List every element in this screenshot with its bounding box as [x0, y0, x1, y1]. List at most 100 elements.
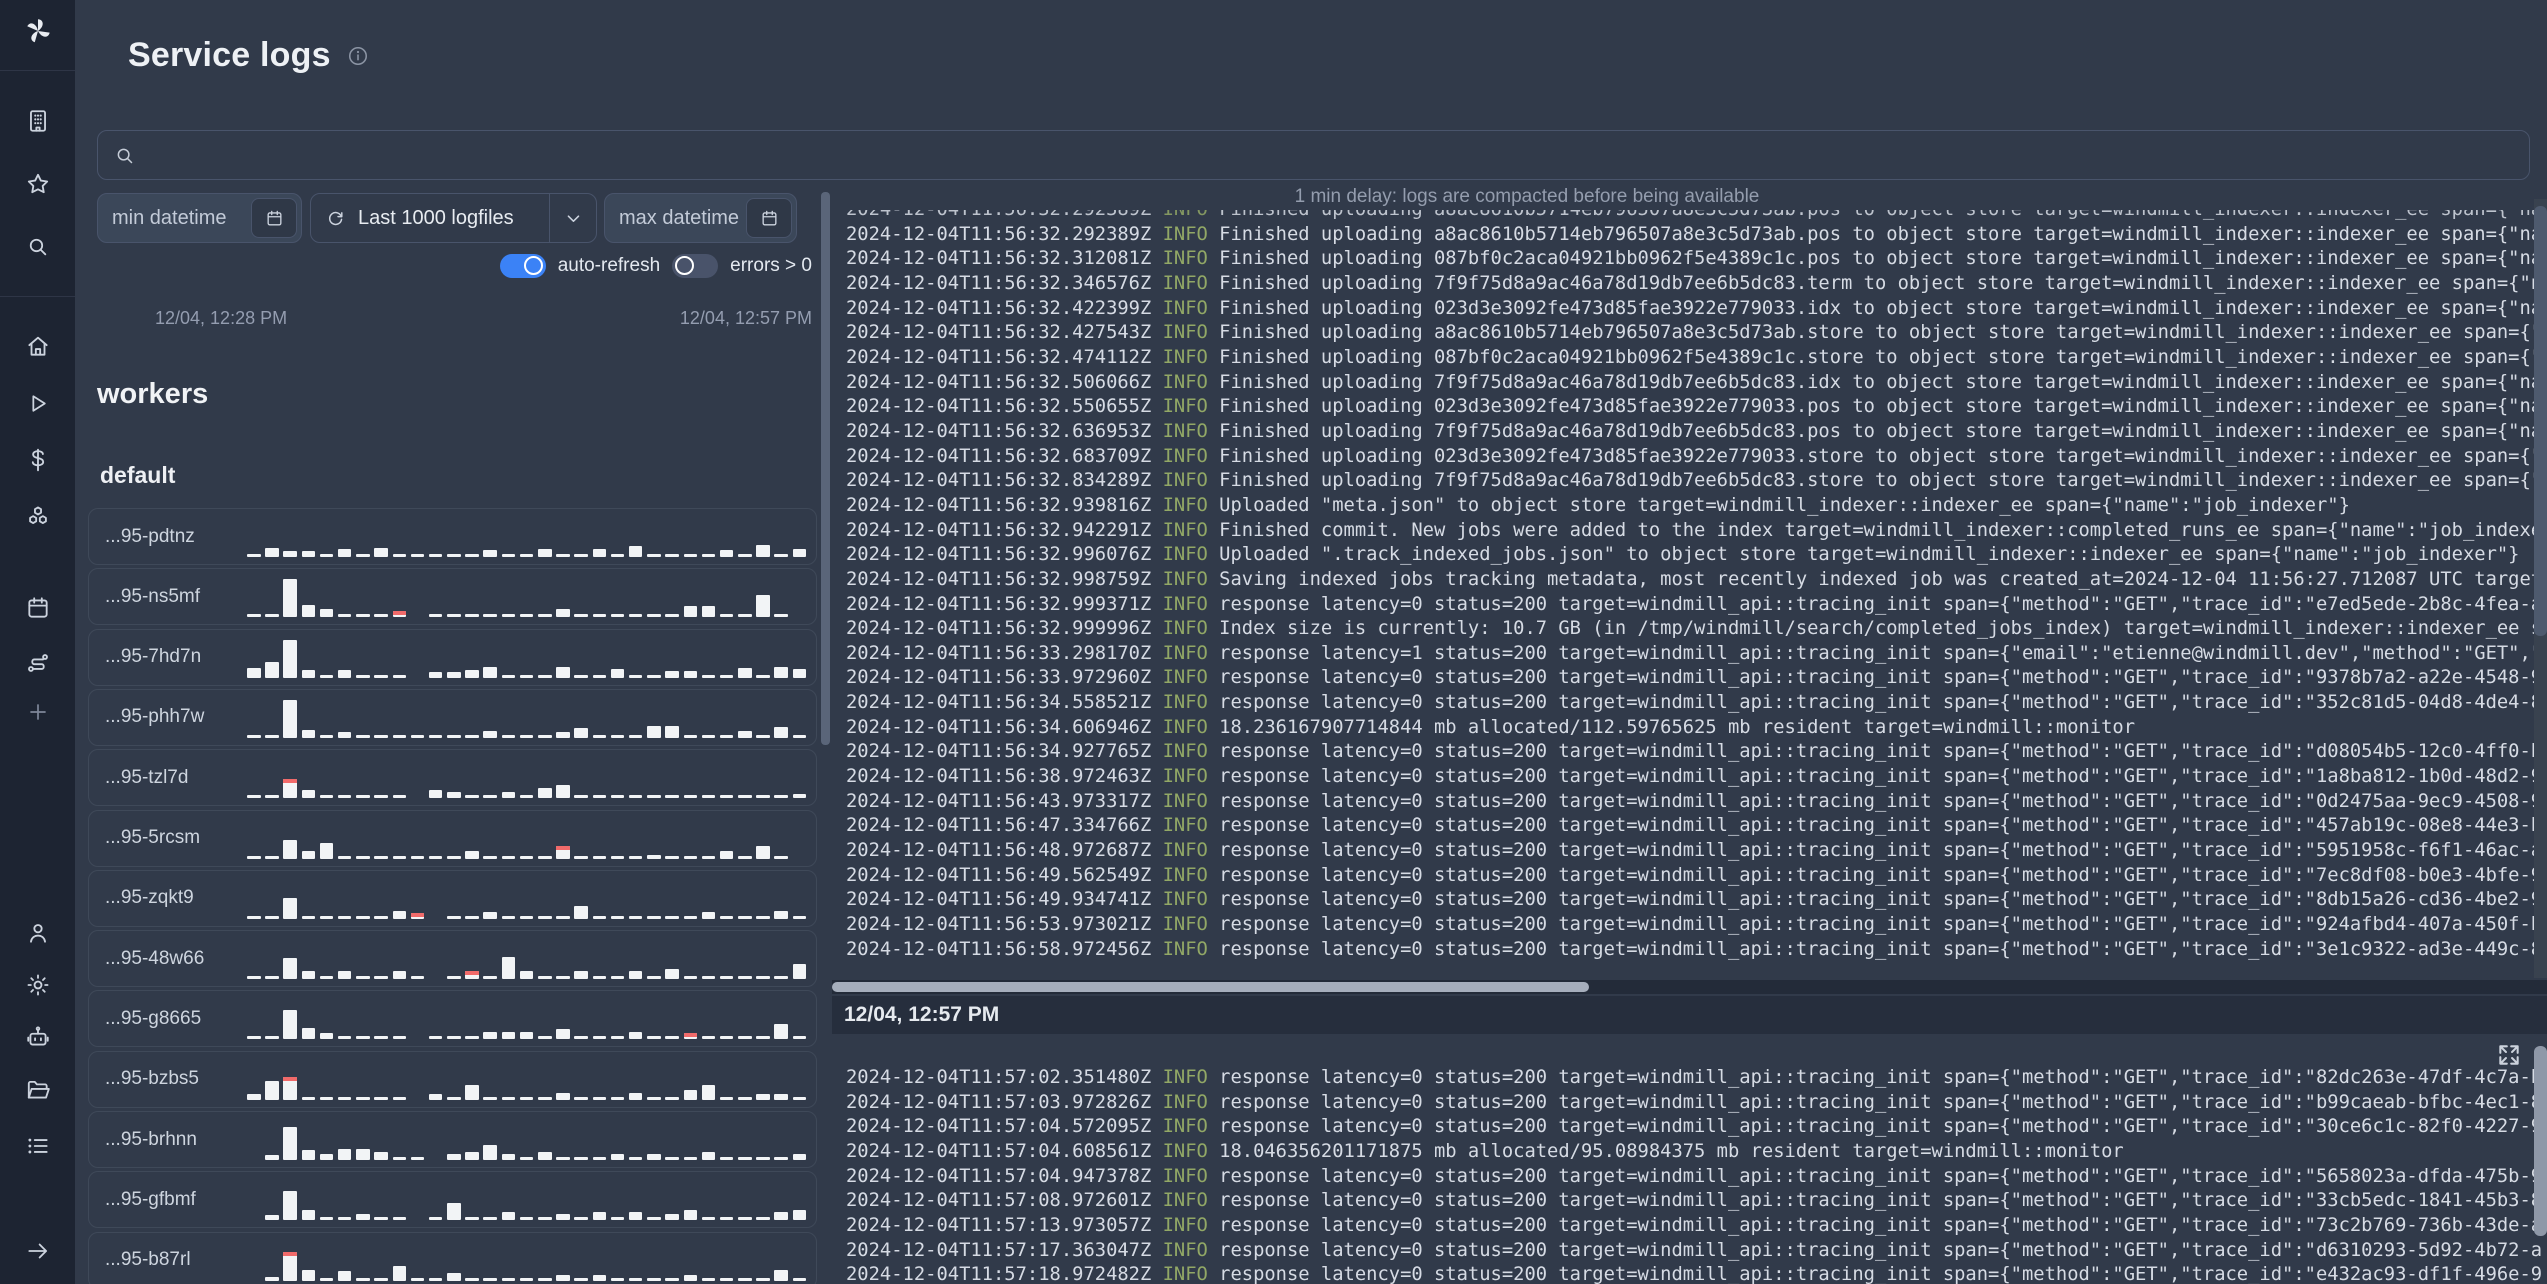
activity-bar [647, 795, 661, 799]
auto-refresh-toggle[interactable] [499, 254, 546, 278]
activity-bar [428, 554, 443, 557]
log-line: 2024-12-04T11:56:53.973021Z INFO respons… [846, 914, 2543, 936]
worker-row[interactable]: ...95-zqkt9 [88, 869, 817, 927]
worker-row[interactable]: ...95-b87rl [88, 1231, 817, 1284]
activity-bar [610, 915, 625, 919]
worker-row[interactable]: ...95-g8665 [88, 990, 817, 1048]
activity-bar [701, 1277, 716, 1281]
activity-bar [319, 1217, 334, 1221]
activity-bar [483, 1032, 497, 1040]
max-datetime-calendar-button[interactable] [746, 198, 792, 238]
worker-row[interactable]: ...95-48w66 [88, 930, 817, 988]
min-datetime-calendar-button[interactable] [251, 198, 297, 238]
activity-bar [756, 1036, 770, 1040]
log-line: 2024-12-04T11:57:18.972482Z INFO respons… [846, 1264, 2543, 1284]
schedules-calendar-icon[interactable] [0, 593, 75, 623]
activity-bar [265, 548, 279, 557]
error-bar-cap [283, 1076, 297, 1081]
worker-name: ...95-zqkt9 [105, 887, 194, 909]
chevron-down-icon[interactable] [550, 207, 596, 229]
home-icon[interactable] [0, 331, 75, 361]
runs-play-icon[interactable] [0, 388, 75, 418]
activity-bar [665, 614, 679, 618]
activity-bar [356, 795, 370, 799]
workspace-building-icon[interactable] [0, 106, 75, 136]
activity-bar [701, 554, 716, 557]
worker-row[interactable]: ...95-bzbs5 [88, 1050, 817, 1108]
worker-name: ...95-48w66 [105, 947, 205, 969]
activity-bar [265, 614, 279, 618]
worker-activity-sparkline [247, 1239, 807, 1281]
activity-bar [247, 915, 261, 919]
activity-bar [592, 976, 607, 980]
toggle-row: auto-refresh errors > 0 [400, 254, 812, 278]
activity-bar [483, 976, 497, 980]
workers-robot-icon[interactable] [0, 1022, 75, 1052]
activity-bar [665, 1277, 679, 1281]
activity-bar [283, 551, 297, 557]
activity-bar [647, 976, 661, 980]
activity-bar [501, 1154, 516, 1160]
activity-bar [501, 1032, 516, 1040]
folders-icon[interactable] [0, 1075, 75, 1105]
activity-bar [756, 915, 770, 919]
user-icon[interactable] [0, 918, 75, 948]
range-end: 12/04, 12:57 PM [679, 308, 812, 328]
settings-gear-icon[interactable] [0, 970, 75, 1000]
audit-list-icon[interactable] [0, 1131, 75, 1161]
activity-bar [410, 734, 425, 738]
activity-bar [501, 1096, 516, 1100]
activity-bar [719, 614, 734, 618]
activity-bar [665, 969, 679, 980]
activity-bar [519, 971, 534, 980]
worker-name: ...95-tzl7d [105, 766, 189, 788]
logfiles-dropdown-button[interactable]: Last 1000 logfiles [310, 193, 597, 243]
log-scrollbar-thumb[interactable] [2534, 206, 2547, 636]
worker-row[interactable]: ...95-ns5mf [88, 568, 817, 626]
worker-activity-sparkline [247, 515, 807, 557]
activity-bar [610, 855, 625, 859]
log-line: 2024-12-04T11:56:32.999371Z INFO respons… [846, 593, 2543, 615]
add-plus-icon[interactable] [0, 697, 75, 727]
activity-bar [610, 1096, 625, 1100]
search-input[interactable] [147, 142, 2529, 168]
activity-bar [392, 734, 406, 738]
activity-bar [792, 1036, 807, 1040]
sidebar-divider-mid [0, 296, 75, 297]
log-line: 2024-12-04T11:57:13.973057Z INFO respons… [846, 1214, 2543, 1236]
log-line: 2024-12-04T11:56:32.474112Z INFO Finishe… [846, 346, 2547, 368]
collapse-arrow-right-icon[interactable] [0, 1236, 75, 1266]
activity-bar [247, 667, 261, 678]
worker-row[interactable]: ...95-brhnn [88, 1111, 817, 1168]
min-datetime-field[interactable]: min datetime [97, 193, 302, 243]
max-datetime-field[interactable]: max datetime [604, 193, 797, 243]
info-icon[interactable] [347, 45, 369, 67]
activity-bar [592, 1212, 607, 1221]
horizontal-scrollbar-thumb[interactable] [832, 982, 1589, 992]
activity-bar [519, 1217, 534, 1221]
log-line: 2024-12-04T11:56:58.972456Z INFO respons… [846, 938, 2543, 960]
flows-route-icon[interactable] [0, 648, 75, 678]
worker-row[interactable]: ...95-tzl7d [88, 749, 817, 807]
worker-row[interactable]: ...95-7hd7n [88, 628, 817, 686]
activity-bar [301, 551, 316, 557]
variables-dollar-icon[interactable] [0, 445, 75, 475]
activity-bar [428, 614, 443, 618]
activity-bar [447, 554, 461, 557]
bottom-scrollbar-thumb[interactable] [2534, 1046, 2547, 1236]
activity-bar [501, 614, 516, 618]
worker-row[interactable]: ...95-gfbmf [88, 1171, 817, 1229]
resources-cubes-icon[interactable] [0, 502, 75, 532]
windmill-logo-icon[interactable] [0, 16, 75, 46]
worker-row[interactable]: ...95-5rcsm [88, 809, 817, 867]
sidebar-search-icon[interactable] [0, 231, 75, 261]
left-panel-scrollbar[interactable] [821, 192, 830, 745]
worker-row[interactable]: ...95-pdtnz [88, 508, 817, 565]
activity-bar [501, 554, 516, 557]
favorites-star-icon[interactable] [0, 169, 75, 199]
activity-bar [483, 795, 497, 799]
worker-row[interactable]: ...95-phh7w [88, 688, 817, 746]
errors-toggle[interactable] [672, 254, 719, 278]
activity-bar [683, 1033, 697, 1040]
activity-bar [410, 554, 425, 557]
